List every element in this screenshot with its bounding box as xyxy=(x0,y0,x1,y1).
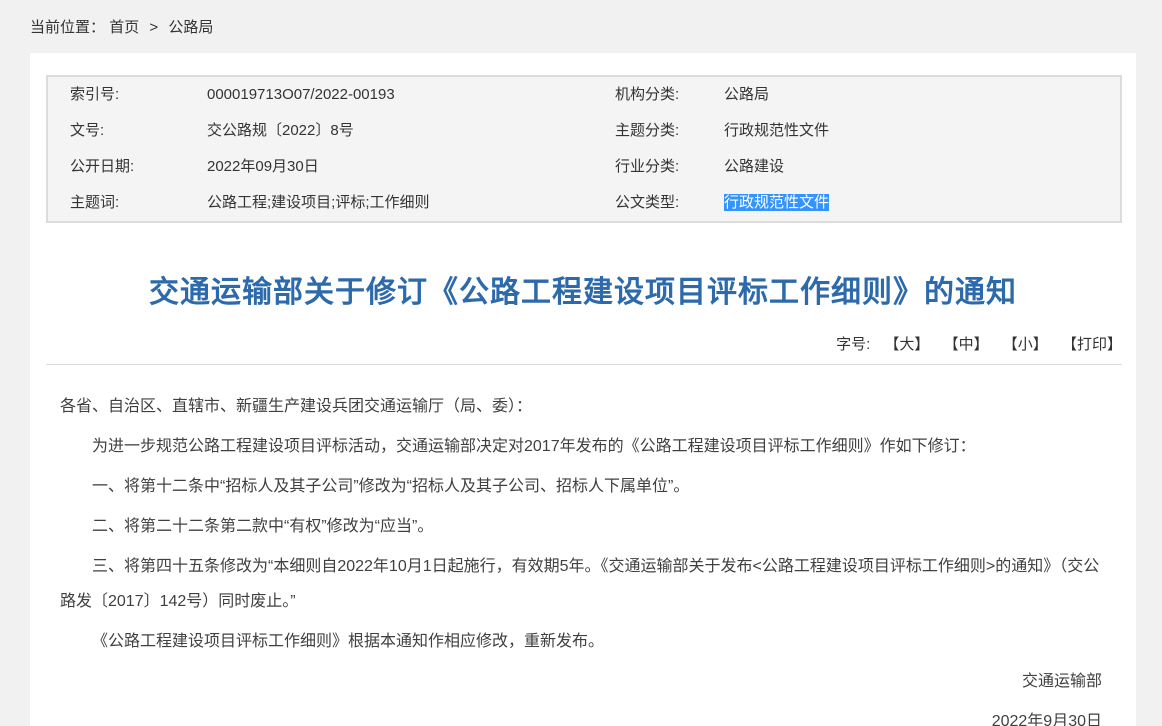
revision-1-paragraph: 一、将第十二条中“招标人及其子公司”修改为“招标人及其子公司、招标人下属单位”。 xyxy=(60,469,1102,504)
meta-value-doc-type: 行政规范性文件 xyxy=(724,185,1120,221)
document-meta-table: 索引号: 000019713O07/2022-00193 机构分类: 公路局 文… xyxy=(46,75,1122,223)
meta-label-topic-category: 主题分类: xyxy=(593,113,724,149)
font-small-button[interactable]: 【小】 xyxy=(1003,336,1048,353)
meta-value-org-category: 公路局 xyxy=(724,77,1120,113)
meta-value-publish-date: 2022年09月30日 xyxy=(207,149,593,185)
font-size-label: 字号: xyxy=(836,336,870,353)
meta-label-industry: 行业分类: xyxy=(593,149,724,185)
breadcrumb-home-link[interactable]: 首页 xyxy=(109,19,139,36)
meta-value-industry: 公路建设 xyxy=(724,149,1120,185)
breadcrumb-current-link[interactable]: 公路局 xyxy=(168,19,213,36)
meta-value-index-number: 000019713O07/2022-00193 xyxy=(207,77,593,113)
article-body: 各省、自治区、直辖市、新疆生产建设兵团交通运输厅（局、委）： 为进一步规范公路工… xyxy=(30,365,1136,726)
font-medium-button[interactable]: 【中】 xyxy=(944,336,989,353)
revision-2-paragraph: 二、将第二十二条第二款中“有权”修改为“应当”。 xyxy=(60,509,1102,544)
doc-type-highlighted-text: 行政规范性文件 xyxy=(724,194,829,211)
salutation-paragraph: 各省、自治区、直辖市、新疆生产建设兵团交通运输厅（局、委）： xyxy=(60,389,1102,424)
meta-label-org-category: 机构分类: xyxy=(593,77,724,113)
meta-label-publish-date: 公开日期: xyxy=(48,149,207,185)
breadcrumb-label: 当前位置： xyxy=(30,19,105,36)
print-button[interactable]: 【打印】 xyxy=(1062,336,1122,353)
meta-value-topic-category: 行政规范性文件 xyxy=(724,113,1120,149)
closing-paragraph: 《公路工程建设项目评标工作细则》根据本通知作相应修改，重新发布。 xyxy=(60,624,1102,659)
breadcrumb: 当前位置： 首页 > 公路局 xyxy=(0,0,1162,53)
signature-date: 2022年9月30日 xyxy=(60,704,1102,726)
content-panel: 索引号: 000019713O07/2022-00193 机构分类: 公路局 文… xyxy=(30,53,1136,726)
meta-label-keywords: 主题词: xyxy=(48,185,207,221)
meta-value-doc-number: 交公路规〔2022〕8号 xyxy=(207,113,593,149)
meta-label-index-number: 索引号: xyxy=(48,77,207,113)
meta-label-doc-type: 公文类型: xyxy=(593,185,724,221)
intro-paragraph: 为进一步规范公路工程建设项目评标活动，交通运输部决定对2017年发布的《公路工程… xyxy=(60,429,1102,464)
meta-label-doc-number: 文号: xyxy=(48,113,207,149)
breadcrumb-separator: > xyxy=(149,19,158,36)
meta-value-keywords: 公路工程;建设项目;评标;工作细则 xyxy=(207,185,593,221)
page: 当前位置： 首页 > 公路局 索引号: 000019713O07/2022-00… xyxy=(0,0,1162,726)
signature: 交通运输部 xyxy=(60,664,1102,699)
font-large-button[interactable]: 【大】 xyxy=(884,336,929,353)
revision-3-paragraph: 三、将第四十五条修改为“本细则自2022年10月1日起施行，有效期5年。《交通运… xyxy=(60,549,1102,619)
font-size-toolbar: 字号: 【大】 【中】 【小】 【打印】 xyxy=(46,333,1122,365)
document-title: 交通运输部关于修订《公路工程建设项目评标工作细则》的通知 xyxy=(70,273,1096,313)
